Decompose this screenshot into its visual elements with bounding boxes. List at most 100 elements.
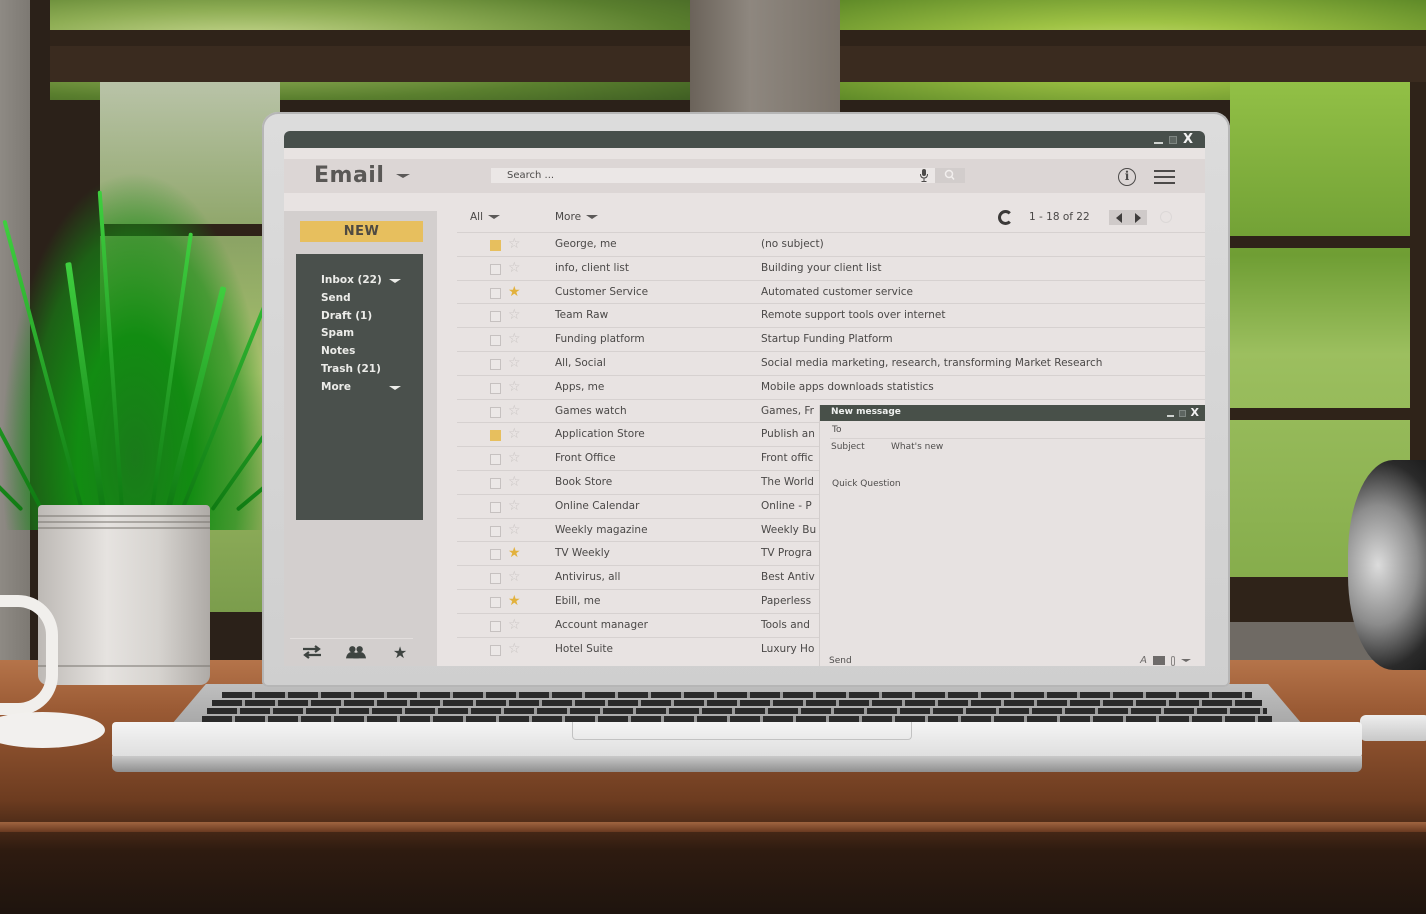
select-checkbox[interactable] — [490, 335, 501, 347]
select-checkbox[interactable] — [490, 240, 501, 251]
folder-inbox[interactable]: Inbox (22) — [296, 272, 423, 290]
select-checkbox[interactable] — [490, 549, 501, 561]
keyboard-row — [207, 708, 1267, 714]
select-checkbox[interactable] — [490, 263, 501, 275]
search-button[interactable] — [935, 168, 965, 183]
folder-trash[interactable]: Trash (21) — [296, 361, 423, 379]
search-input[interactable] — [491, 168, 931, 183]
subject-field[interactable] — [891, 442, 1141, 452]
minimize-compose-button[interactable] — [1166, 415, 1174, 417]
folder-draft[interactable]: Draft (1) — [296, 308, 423, 326]
compose-tools: A — [1140, 655, 1191, 666]
email-row[interactable]: ☆ Team Raw Remote support tools over inter… — [457, 303, 1205, 327]
select-checkbox[interactable] — [490, 620, 501, 632]
star-icon[interactable]: ☆ — [508, 306, 521, 324]
star-icon[interactable]: ☆ — [508, 497, 521, 515]
text-format-icon[interactable]: A — [1140, 655, 1147, 666]
previous-page-button[interactable] — [1109, 210, 1128, 225]
to-field[interactable] — [830, 438, 1205, 439]
star-icon[interactable]: ☆ — [508, 235, 521, 253]
star-icon[interactable]: ☆ — [508, 354, 521, 372]
email-subject: Automated customer service — [761, 285, 914, 298]
star-icon[interactable]: ☆ — [508, 378, 521, 396]
folder-notes[interactable]: Notes — [296, 343, 423, 361]
select-checkbox[interactable] — [490, 644, 501, 656]
chevron-down-icon[interactable] — [389, 279, 401, 283]
star-icon[interactable]: ☆ — [508, 521, 521, 539]
keyboard-row — [212, 700, 1262, 706]
star-icon[interactable]: ★ — [508, 283, 521, 301]
star-icon[interactable]: ☆ — [508, 330, 521, 348]
select-checkbox[interactable] — [490, 596, 501, 608]
email-row[interactable]: ★ Customer Service Automated customer serv… — [457, 279, 1205, 304]
more-dropdown[interactable]: More — [555, 211, 599, 223]
email-row[interactable]: ☆ Apps, me Mobile apps downloads statistic… — [457, 374, 1205, 399]
select-checkbox[interactable] — [490, 430, 501, 442]
star-icon[interactable]: ☆ — [508, 259, 521, 277]
folder-more[interactable]: More — [296, 379, 423, 397]
page-count: 1 - 18 of 22 — [1029, 211, 1090, 223]
email-sender: Customer Service — [555, 285, 649, 298]
select-checkbox[interactable] — [490, 287, 501, 299]
select-checkbox[interactable] — [490, 358, 501, 370]
star-icon[interactable]: ☆ — [508, 402, 521, 420]
select-all-dropdown[interactable]: All — [470, 211, 501, 223]
select-checkbox[interactable] — [490, 454, 501, 466]
attachment-icon[interactable] — [1171, 655, 1175, 666]
contacts-icon[interactable] — [346, 644, 366, 660]
maximize-compose-button[interactable] — [1178, 409, 1186, 417]
send-button[interactable]: Send — [829, 656, 852, 666]
chevron-down-icon[interactable] — [1181, 659, 1191, 662]
email-row[interactable]: ☆ All, Social Social media marketing, rese… — [457, 350, 1205, 375]
minimize-button[interactable] — [1153, 142, 1163, 144]
star-icon[interactable]: ★ — [508, 544, 521, 562]
hamburger-menu-icon[interactable] — [1154, 170, 1175, 184]
info-icon[interactable]: i — [1118, 168, 1136, 186]
message-body[interactable]: Quick Question — [832, 479, 901, 489]
star-icon[interactable]: ☆ — [508, 449, 521, 467]
star-icon[interactable]: ☆ — [508, 425, 521, 443]
select-checkbox[interactable] — [490, 525, 501, 537]
maximize-button[interactable] — [1168, 135, 1177, 144]
email-subject: Online - P — [761, 499, 812, 512]
subject-label: Subject — [831, 442, 865, 452]
email-row[interactable]: ☆ info, client list Building your client l… — [457, 255, 1205, 280]
folder-spam[interactable]: Spam — [296, 325, 423, 343]
app-title[interactable]: Email — [314, 163, 384, 188]
star-icon[interactable]: ☆ — [508, 616, 521, 634]
microphone-icon[interactable] — [919, 169, 929, 182]
star-icon[interactable]: ☆ — [508, 640, 521, 658]
refresh-icon[interactable] — [998, 210, 1013, 225]
email-sender: Ebill, me — [555, 594, 601, 607]
select-checkbox[interactable] — [490, 477, 501, 489]
swap-arrows-icon[interactable] — [302, 644, 322, 660]
star-icon[interactable]: ☆ — [508, 473, 521, 491]
email-row[interactable]: ☆ George, me (no subject) — [457, 232, 1205, 256]
select-checkbox[interactable] — [490, 573, 501, 585]
select-checkbox[interactable] — [490, 382, 501, 394]
folder-label: Notes — [321, 345, 356, 358]
trackpad — [572, 722, 912, 740]
star-icon[interactable]: ☆ — [508, 568, 521, 586]
star-icon[interactable]: ★ — [390, 643, 410, 662]
insert-image-icon[interactable] — [1153, 656, 1165, 665]
search-bar — [491, 168, 965, 183]
email-subject: Weekly Bu — [761, 523, 817, 536]
email-row[interactable]: ☆ Funding platform Startup Funding Platfor… — [457, 327, 1205, 351]
folder-send[interactable]: Send — [296, 290, 423, 308]
close-button[interactable]: X — [1183, 131, 1193, 148]
star-icon[interactable]: ★ — [508, 592, 521, 610]
select-checkbox[interactable] — [490, 406, 501, 418]
email-sender: Hotel Suite — [555, 642, 613, 655]
chevron-down-icon[interactable] — [396, 174, 410, 178]
select-checkbox[interactable] — [490, 501, 501, 513]
close-compose-button[interactable]: X — [1191, 405, 1199, 421]
select-checkbox[interactable] — [490, 311, 501, 323]
next-page-button[interactable] — [1128, 210, 1147, 225]
app-header: Email i — [284, 159, 1205, 193]
chevron-down-icon — [586, 215, 599, 219]
email-subject: Luxury Ho — [761, 642, 815, 655]
new-message-button[interactable]: NEW — [300, 221, 423, 242]
settings-icon[interactable] — [1160, 211, 1172, 223]
chevron-down-icon[interactable] — [389, 385, 401, 390]
